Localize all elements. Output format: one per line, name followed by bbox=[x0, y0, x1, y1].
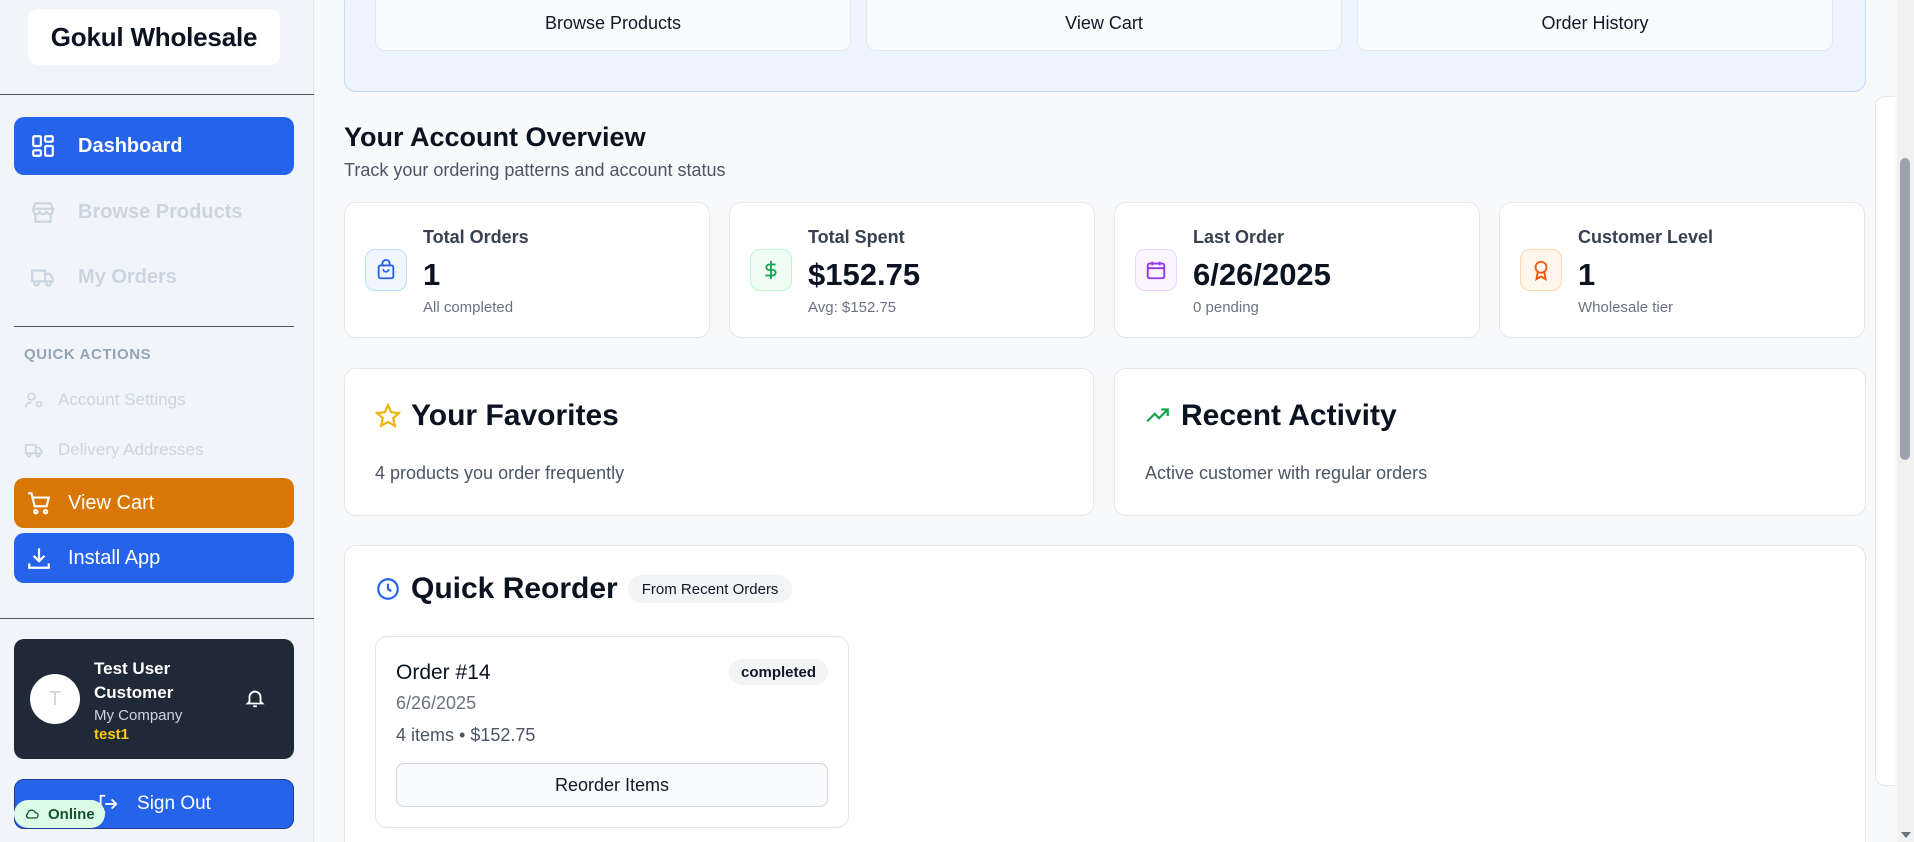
cart-icon bbox=[28, 492, 51, 515]
sidebar-link-account-settings[interactable]: Account Settings bbox=[24, 390, 186, 410]
quick-reorder-title: Quick Reorder From Recent Orders bbox=[375, 572, 793, 606]
sidebar-divider bbox=[0, 618, 314, 619]
sidebar-divider bbox=[0, 94, 314, 95]
stat-note: 0 pending bbox=[1193, 299, 1259, 316]
recent-orders-badge: From Recent Orders bbox=[627, 575, 793, 603]
quick-actions-label: QUICK ACTIONS bbox=[24, 346, 152, 363]
sidebar-item-my-orders[interactable]: My Orders bbox=[14, 248, 294, 306]
recent-activity-card[interactable]: Recent Activity Active customer with reg… bbox=[1114, 368, 1866, 516]
stat-total-orders: Total Orders 1 All completed bbox=[344, 202, 710, 338]
user-cog-icon bbox=[24, 392, 43, 408]
user-handle: test1 bbox=[94, 726, 130, 743]
order-date: 6/26/2025 bbox=[396, 693, 477, 713]
stat-label: Total Spent bbox=[808, 227, 905, 247]
user-card: T Test User Customer My Company test1 bbox=[14, 639, 294, 759]
recent-activity-title: Recent Activity bbox=[1145, 399, 1397, 433]
clock-icon bbox=[377, 578, 399, 600]
grid-icon bbox=[32, 135, 54, 157]
scrollbar-thumb[interactable] bbox=[1900, 158, 1910, 460]
sidebar-item-browse-products[interactable]: Browse Products bbox=[14, 183, 294, 241]
scroll-down-arrow[interactable] bbox=[1901, 832, 1911, 838]
stat-value: 1 bbox=[423, 257, 441, 292]
stat-last-order: Last Order 6/26/2025 0 pending bbox=[1114, 202, 1480, 338]
stat-badge bbox=[1520, 249, 1562, 291]
overview-subtitle: Track your ordering patterns and account… bbox=[344, 160, 726, 180]
stat-total-spent: Total Spent $152.75 Avg: $152.75 bbox=[729, 202, 1095, 338]
user-name: Test User Customer bbox=[94, 659, 174, 702]
view-cart-top-button[interactable]: View Cart bbox=[866, 0, 1342, 51]
stat-value: 6/26/2025 bbox=[1193, 257, 1331, 292]
stat-label: Last Order bbox=[1193, 227, 1285, 247]
sidebar-link-label: Delivery Addresses bbox=[58, 440, 204, 459]
calendar-icon bbox=[1146, 261, 1166, 280]
stat-badge bbox=[1135, 249, 1177, 291]
stat-label: Customer Level bbox=[1578, 227, 1714, 247]
sidebar-item-label: Dashboard bbox=[78, 134, 183, 157]
online-status-badge: Online bbox=[14, 800, 105, 828]
sidebar-item-label: My Orders bbox=[78, 265, 177, 288]
reorder-items-button[interactable]: Reorder Items bbox=[396, 763, 828, 807]
award-icon bbox=[1534, 260, 1548, 281]
quick-reorder-card: Quick Reorder From Recent Orders Order #… bbox=[344, 545, 1866, 842]
quick-reorder-title-text: Quick Reorder bbox=[411, 572, 618, 605]
page-scrollbar[interactable] bbox=[1897, 0, 1914, 842]
stat-note: Wholesale tier bbox=[1578, 299, 1674, 316]
side-panel-edge bbox=[1875, 96, 1895, 786]
favorites-title: Your Favorites bbox=[375, 399, 619, 433]
order-history-button[interactable]: Order History bbox=[1357, 0, 1833, 51]
favorites-text: 4 products you order frequently bbox=[375, 463, 625, 483]
star-icon bbox=[375, 403, 401, 429]
overview-title: Your Account Overview bbox=[344, 122, 646, 152]
favorites-card[interactable]: Your Favorites 4 products you order freq… bbox=[344, 368, 1094, 516]
stat-badge bbox=[750, 249, 792, 291]
online-status-label: Online bbox=[48, 805, 95, 823]
install-app-button[interactable]: Install App bbox=[14, 533, 294, 583]
quick-actions-panel: Browse Products View Cart Order History bbox=[344, 0, 1866, 92]
cloud-icon bbox=[25, 809, 39, 819]
user-company: My Company bbox=[94, 707, 183, 724]
store-icon bbox=[32, 202, 54, 223]
truck-icon bbox=[24, 444, 43, 458]
sidebar-divider bbox=[14, 326, 294, 327]
sidebar-link-delivery-addresses[interactable]: Delivery Addresses bbox=[24, 440, 204, 460]
view-cart-label: View Cart bbox=[68, 491, 155, 514]
order-status-badge: completed bbox=[728, 659, 828, 685]
stat-note: Avg: $152.75 bbox=[808, 299, 897, 316]
sign-out-label: Sign Out bbox=[137, 793, 211, 814]
trending-up-icon bbox=[1146, 408, 1169, 423]
truck-icon bbox=[31, 269, 54, 287]
stat-badge bbox=[365, 249, 407, 291]
install-app-label: Install App bbox=[68, 546, 161, 569]
stat-label: Total Orders bbox=[423, 227, 529, 247]
recent-activity-text: Active customer with regular orders bbox=[1145, 463, 1428, 483]
favorites-title-text: Your Favorites bbox=[411, 399, 619, 432]
sidebar-item-dashboard[interactable]: Dashboard bbox=[14, 117, 294, 175]
sidebar-link-label: Account Settings bbox=[58, 390, 186, 409]
stat-value: $152.75 bbox=[808, 257, 921, 292]
avatar[interactable]: T bbox=[30, 674, 80, 724]
order-summary: 4 items • $152.75 bbox=[396, 725, 536, 745]
stat-note: All completed bbox=[423, 299, 514, 316]
sidebar-item-label: Browse Products bbox=[78, 200, 243, 223]
browse-products-button[interactable]: Browse Products bbox=[375, 0, 851, 51]
order-title: Order #14 bbox=[396, 661, 491, 684]
view-cart-button[interactable]: View Cart bbox=[14, 478, 294, 528]
brand-logo[interactable]: Gokul Wholesale bbox=[28, 9, 280, 65]
bag-icon bbox=[377, 259, 395, 280]
order-card: Order #14 6/26/2025 4 items • $152.75 co… bbox=[375, 636, 849, 828]
bell-icon[interactable] bbox=[244, 687, 266, 709]
stat-value: 1 bbox=[1578, 257, 1596, 292]
dollar-icon bbox=[765, 260, 777, 280]
recent-activity-title-text: Recent Activity bbox=[1181, 399, 1397, 432]
download-icon bbox=[28, 548, 50, 569]
sidebar: Gokul Wholesale Dashboard Browse Product… bbox=[0, 0, 314, 842]
stat-customer-level: Customer Level 1 Wholesale tier bbox=[1499, 202, 1865, 338]
